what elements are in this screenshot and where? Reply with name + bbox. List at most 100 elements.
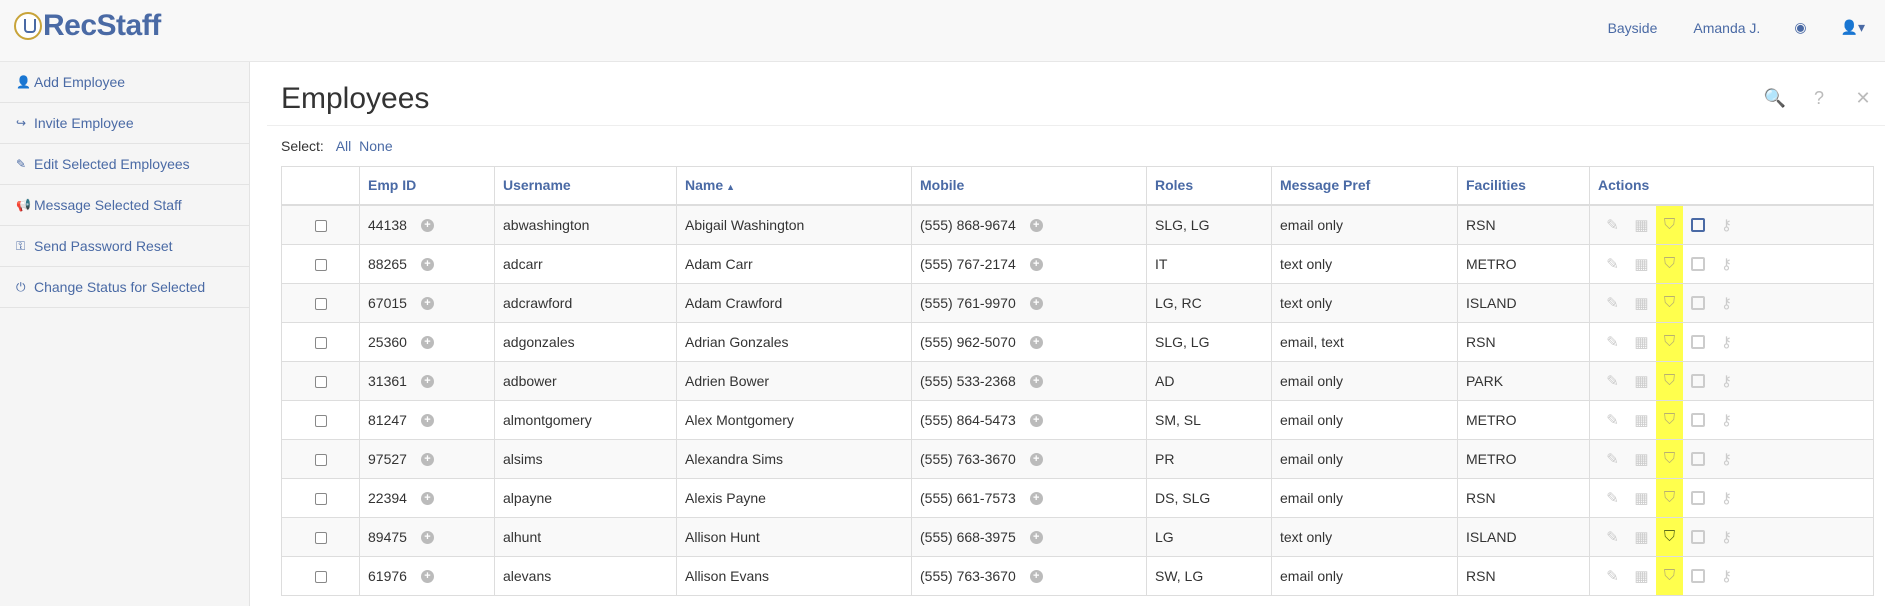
note-icon[interactable] bbox=[1683, 528, 1712, 545]
shield-icon[interactable]: ⛉ bbox=[1656, 439, 1683, 478]
grid-icon[interactable]: ▦ bbox=[1627, 567, 1656, 585]
row-checkbox[interactable] bbox=[314, 531, 327, 544]
expand-plus-icon[interactable]: + bbox=[1029, 297, 1043, 311]
select-all-link[interactable]: All bbox=[336, 138, 352, 154]
pencil-icon[interactable]: ✎ bbox=[1598, 255, 1627, 273]
shield-icon[interactable]: ⛉ bbox=[1656, 478, 1683, 517]
key-icon[interactable]: ⚷ bbox=[1712, 216, 1741, 234]
grid-icon[interactable]: ▦ bbox=[1627, 372, 1656, 390]
zoom-icon[interactable]: 🔍 bbox=[1753, 88, 1797, 109]
key-icon[interactable]: ⚷ bbox=[1712, 528, 1741, 546]
select-none-link[interactable]: None bbox=[359, 138, 392, 154]
grid-icon[interactable]: ▦ bbox=[1627, 450, 1656, 468]
note-icon[interactable] bbox=[1683, 294, 1712, 311]
row-checkbox[interactable] bbox=[314, 570, 327, 583]
expand-plus-icon[interactable]: + bbox=[420, 414, 434, 428]
key-icon[interactable]: ⚷ bbox=[1712, 489, 1741, 507]
sidebar-item-message-staff[interactable]: 📢 Message Selected Staff bbox=[0, 185, 249, 226]
expand-plus-icon[interactable]: + bbox=[420, 375, 434, 389]
user-menu-icon[interactable]: 👤▾ bbox=[1841, 19, 1865, 36]
expand-plus-icon[interactable]: + bbox=[1029, 570, 1043, 584]
key-icon[interactable]: ⚷ bbox=[1712, 294, 1741, 312]
sidebar-item-add-employee[interactable]: 👤 Add Employee bbox=[0, 62, 249, 103]
row-checkbox[interactable] bbox=[314, 219, 327, 232]
header-roles[interactable]: Roles bbox=[1146, 166, 1272, 206]
note-icon[interactable] bbox=[1683, 489, 1712, 506]
sidebar-item-password-reset[interactable]: ⚿ Send Password Reset bbox=[0, 226, 249, 267]
expand-plus-icon[interactable]: + bbox=[1029, 219, 1043, 233]
shield-icon[interactable]: ⛉ bbox=[1656, 400, 1683, 439]
shield-icon[interactable]: ⛉ bbox=[1656, 556, 1683, 595]
header-emp-id[interactable]: Emp ID bbox=[359, 166, 495, 206]
expand-plus-icon[interactable]: + bbox=[1029, 258, 1043, 272]
header-facilities[interactable]: Facilities bbox=[1457, 166, 1590, 206]
pencil-icon[interactable]: ✎ bbox=[1598, 450, 1627, 468]
shield-icon[interactable]: ⛉ bbox=[1656, 244, 1683, 283]
expand-plus-icon[interactable]: + bbox=[1029, 531, 1043, 545]
header-username[interactable]: Username bbox=[494, 166, 677, 206]
expand-plus-icon[interactable]: + bbox=[420, 531, 434, 545]
key-icon[interactable]: ⚷ bbox=[1712, 411, 1741, 429]
pencil-icon[interactable]: ✎ bbox=[1598, 333, 1627, 351]
app-logo[interactable]: RecStaff bbox=[14, 9, 161, 43]
note-icon[interactable] bbox=[1683, 216, 1712, 233]
grid-icon[interactable]: ▦ bbox=[1627, 489, 1656, 507]
expand-plus-icon[interactable]: + bbox=[1029, 414, 1043, 428]
row-checkbox[interactable] bbox=[314, 375, 327, 388]
grid-icon[interactable]: ▦ bbox=[1627, 294, 1656, 312]
note-icon[interactable] bbox=[1683, 333, 1712, 350]
key-icon[interactable]: ⚷ bbox=[1712, 333, 1741, 351]
row-checkbox[interactable] bbox=[314, 492, 327, 505]
row-checkbox[interactable] bbox=[314, 336, 327, 349]
grid-icon[interactable]: ▦ bbox=[1627, 333, 1656, 351]
row-checkbox[interactable] bbox=[314, 258, 327, 271]
pencil-icon[interactable]: ✎ bbox=[1598, 489, 1627, 507]
expand-plus-icon[interactable]: + bbox=[420, 570, 434, 584]
key-icon[interactable]: ⚷ bbox=[1712, 372, 1741, 390]
shield-icon[interactable]: ⛉ bbox=[1656, 517, 1683, 556]
row-checkbox[interactable] bbox=[314, 414, 327, 427]
row-checkbox[interactable] bbox=[314, 297, 327, 310]
expand-plus-icon[interactable]: + bbox=[1029, 336, 1043, 350]
key-icon[interactable]: ⚷ bbox=[1712, 450, 1741, 468]
pencil-icon[interactable]: ✎ bbox=[1598, 216, 1627, 234]
pencil-icon[interactable]: ✎ bbox=[1598, 294, 1627, 312]
note-icon[interactable] bbox=[1683, 450, 1712, 467]
grid-icon[interactable]: ▦ bbox=[1627, 255, 1656, 273]
pencil-icon[interactable]: ✎ bbox=[1598, 411, 1627, 429]
expand-plus-icon[interactable]: + bbox=[420, 297, 434, 311]
row-checkbox[interactable] bbox=[314, 453, 327, 466]
user-link[interactable]: Amanda J. bbox=[1693, 20, 1760, 36]
pencil-icon[interactable]: ✎ bbox=[1598, 372, 1627, 390]
note-icon[interactable] bbox=[1683, 567, 1712, 584]
dashboard-icon[interactable]: ◉ bbox=[1794, 19, 1806, 36]
shield-icon[interactable]: ⛉ bbox=[1656, 361, 1683, 400]
grid-icon[interactable]: ▦ bbox=[1627, 528, 1656, 546]
expand-plus-icon[interactable]: + bbox=[420, 453, 434, 467]
grid-icon[interactable]: ▦ bbox=[1627, 411, 1656, 429]
header-message-pref[interactable]: Message Pref bbox=[1271, 166, 1458, 206]
expand-plus-icon[interactable]: + bbox=[1029, 492, 1043, 506]
expand-plus-icon[interactable]: + bbox=[420, 492, 434, 506]
expand-plus-icon[interactable]: + bbox=[420, 258, 434, 272]
expand-plus-icon[interactable]: + bbox=[420, 219, 434, 233]
expand-plus-icon[interactable]: + bbox=[1029, 453, 1043, 467]
location-link[interactable]: Bayside bbox=[1608, 20, 1658, 36]
pencil-icon[interactable]: ✎ bbox=[1598, 528, 1627, 546]
expand-plus-icon[interactable]: + bbox=[1029, 375, 1043, 389]
note-icon[interactable] bbox=[1683, 372, 1712, 389]
note-icon[interactable] bbox=[1683, 255, 1712, 272]
close-icon[interactable]: ✕ bbox=[1841, 88, 1885, 109]
note-icon[interactable] bbox=[1683, 411, 1712, 428]
shield-icon[interactable]: ⛉ bbox=[1656, 205, 1683, 244]
sidebar-item-invite-employee[interactable]: ↪ Invite Employee bbox=[0, 103, 249, 144]
header-name[interactable]: Name ▲ bbox=[676, 166, 912, 206]
grid-icon[interactable]: ▦ bbox=[1627, 216, 1656, 234]
expand-plus-icon[interactable]: + bbox=[420, 336, 434, 350]
sidebar-item-edit-selected[interactable]: ✎ Edit Selected Employees bbox=[0, 144, 249, 185]
pencil-icon[interactable]: ✎ bbox=[1598, 567, 1627, 585]
sidebar-item-change-status[interactable]: ⏻ Change Status for Selected bbox=[0, 267, 249, 308]
shield-icon[interactable]: ⛉ bbox=[1656, 322, 1683, 361]
shield-icon[interactable]: ⛉ bbox=[1656, 283, 1683, 322]
key-icon[interactable]: ⚷ bbox=[1712, 567, 1741, 585]
